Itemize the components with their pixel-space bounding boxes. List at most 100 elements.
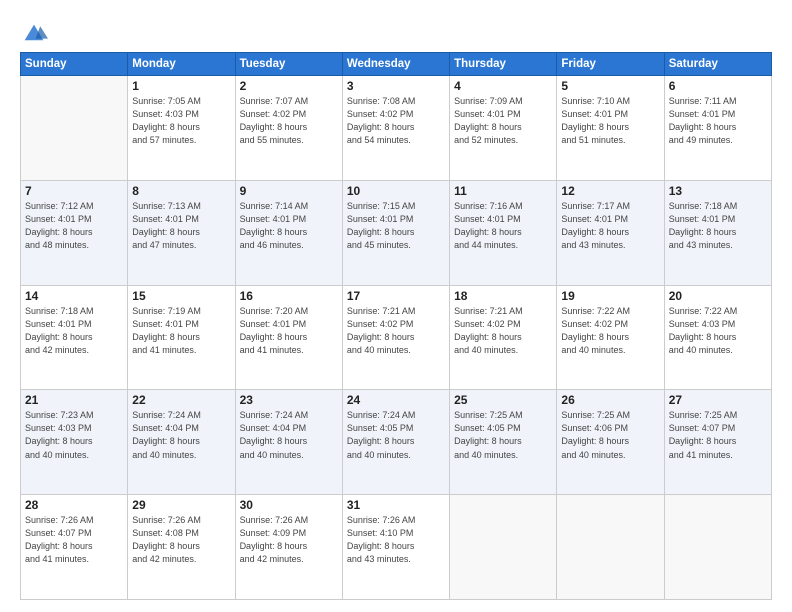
- day-number: 24: [347, 393, 445, 407]
- calendar-cell: 17 Sunrise: 7:21 AM Sunset: 4:02 PM Dayli…: [342, 285, 449, 390]
- day-detail: Sunrise: 7:24 AM Sunset: 4:04 PM Dayligh…: [240, 409, 338, 461]
- calendar-cell: 24 Sunrise: 7:24 AM Sunset: 4:05 PM Dayli…: [342, 390, 449, 495]
- day-detail: Sunrise: 7:16 AM Sunset: 4:01 PM Dayligh…: [454, 200, 552, 252]
- calendar-cell: 31 Sunrise: 7:26 AM Sunset: 4:10 PM Dayli…: [342, 495, 449, 600]
- day-detail: Sunrise: 7:12 AM Sunset: 4:01 PM Dayligh…: [25, 200, 123, 252]
- weekday-header-tuesday: Tuesday: [235, 53, 342, 76]
- weekday-header-thursday: Thursday: [450, 53, 557, 76]
- calendar-cell: 5Sunrise: 7:10 AM Sunset: 4:01 PM Daylig…: [557, 76, 664, 181]
- calendar-cell: 4 Sunrise: 7:09 AM Sunset: 4:01 PM Daylig…: [450, 76, 557, 181]
- calendar-cell: 9 Sunrise: 7:14 AM Sunset: 4:01 PM Daylig…: [235, 180, 342, 285]
- calendar-cell: 20 Sunrise: 7:22 AM Sunset: 4:03 PM Dayli…: [664, 285, 771, 390]
- day-detail: Sunrise: 7:11 AM Sunset: 4:01 PM Dayligh…: [669, 95, 767, 147]
- day-detail: Sunrise: 7:15 AM Sunset: 4:01 PM Dayligh…: [347, 200, 445, 252]
- calendar-cell: 12 Sunrise: 7:17 AM Sunset: 4:01 PM Dayli…: [557, 180, 664, 285]
- day-number: 9: [240, 184, 338, 198]
- calendar-row-4: 28 Sunrise: 7:26 AM Sunset: 4:07 PM Dayli…: [21, 495, 772, 600]
- day-detail: Sunrise: 7:14 AM Sunset: 4:01 PM Dayligh…: [240, 200, 338, 252]
- day-detail: Sunrise: 7:05 AM Sunset: 4:03 PM Dayligh…: [132, 95, 230, 147]
- day-number: 17: [347, 289, 445, 303]
- day-number: 11: [454, 184, 552, 198]
- day-detail: Sunrise: 7:26 AM Sunset: 4:08 PM Dayligh…: [132, 514, 230, 566]
- day-number: 30: [240, 498, 338, 512]
- day-number: 3: [347, 79, 445, 93]
- day-detail: Sunrise: 7:23 AM Sunset: 4:03 PM Dayligh…: [25, 409, 123, 461]
- page: SundayMondayTuesdayWednesdayThursdayFrid…: [0, 0, 792, 612]
- day-detail: Sunrise: 7:22 AM Sunset: 4:02 PM Dayligh…: [561, 305, 659, 357]
- calendar-cell: 8Sunrise: 7:13 AM Sunset: 4:01 PM Daylig…: [128, 180, 235, 285]
- weekday-header-saturday: Saturday: [664, 53, 771, 76]
- day-detail: Sunrise: 7:17 AM Sunset: 4:01 PM Dayligh…: [561, 200, 659, 252]
- calendar-cell: 18 Sunrise: 7:21 AM Sunset: 4:02 PM Dayli…: [450, 285, 557, 390]
- calendar-cell: 30 Sunrise: 7:26 AM Sunset: 4:09 PM Dayli…: [235, 495, 342, 600]
- day-detail: Sunrise: 7:25 AM Sunset: 4:07 PM Dayligh…: [669, 409, 767, 461]
- weekday-header-row: SundayMondayTuesdayWednesdayThursdayFrid…: [21, 53, 772, 76]
- day-number: 23: [240, 393, 338, 407]
- logo-icon: [20, 20, 48, 48]
- day-detail: Sunrise: 7:20 AM Sunset: 4:01 PM Dayligh…: [240, 305, 338, 357]
- calendar-cell: [21, 76, 128, 181]
- calendar-cell: [664, 495, 771, 600]
- day-number: 10: [347, 184, 445, 198]
- calendar-row-2: 14 Sunrise: 7:18 AM Sunset: 4:01 PM Dayli…: [21, 285, 772, 390]
- calendar-row-1: 7 Sunrise: 7:12 AM Sunset: 4:01 PM Daylig…: [21, 180, 772, 285]
- day-number: 16: [240, 289, 338, 303]
- day-number: 14: [25, 289, 123, 303]
- calendar-cell: 16 Sunrise: 7:20 AM Sunset: 4:01 PM Dayli…: [235, 285, 342, 390]
- calendar-row-3: 21 Sunrise: 7:23 AM Sunset: 4:03 PM Dayli…: [21, 390, 772, 495]
- calendar-cell: 11 Sunrise: 7:16 AM Sunset: 4:01 PM Dayli…: [450, 180, 557, 285]
- day-number: 7: [25, 184, 123, 198]
- day-detail: Sunrise: 7:19 AM Sunset: 4:01 PM Dayligh…: [132, 305, 230, 357]
- weekday-header-friday: Friday: [557, 53, 664, 76]
- day-number: 6: [669, 79, 767, 93]
- day-number: 25: [454, 393, 552, 407]
- day-detail: Sunrise: 7:24 AM Sunset: 4:05 PM Dayligh…: [347, 409, 445, 461]
- calendar-cell: 10 Sunrise: 7:15 AM Sunset: 4:01 PM Dayli…: [342, 180, 449, 285]
- day-number: 15: [132, 289, 230, 303]
- day-detail: Sunrise: 7:18 AM Sunset: 4:01 PM Dayligh…: [25, 305, 123, 357]
- calendar-cell: 28 Sunrise: 7:26 AM Sunset: 4:07 PM Dayli…: [21, 495, 128, 600]
- calendar-cell: 23 Sunrise: 7:24 AM Sunset: 4:04 PM Dayli…: [235, 390, 342, 495]
- day-detail: Sunrise: 7:08 AM Sunset: 4:02 PM Dayligh…: [347, 95, 445, 147]
- weekday-header-wednesday: Wednesday: [342, 53, 449, 76]
- calendar-cell: 1 Sunrise: 7:05 AM Sunset: 4:03 PM Daylig…: [128, 76, 235, 181]
- day-number: 21: [25, 393, 123, 407]
- day-detail: Sunrise: 7:22 AM Sunset: 4:03 PM Dayligh…: [669, 305, 767, 357]
- calendar-cell: 13Sunrise: 7:18 AM Sunset: 4:01 PM Dayli…: [664, 180, 771, 285]
- day-number: 20: [669, 289, 767, 303]
- day-detail: Sunrise: 7:10 AM Sunset: 4:01 PM Dayligh…: [561, 95, 659, 147]
- day-number: 2: [240, 79, 338, 93]
- header: [20, 16, 772, 48]
- day-detail: Sunrise: 7:24 AM Sunset: 4:04 PM Dayligh…: [132, 409, 230, 461]
- day-detail: Sunrise: 7:09 AM Sunset: 4:01 PM Dayligh…: [454, 95, 552, 147]
- day-detail: Sunrise: 7:21 AM Sunset: 4:02 PM Dayligh…: [454, 305, 552, 357]
- calendar-cell: 25Sunrise: 7:25 AM Sunset: 4:05 PM Dayli…: [450, 390, 557, 495]
- day-number: 12: [561, 184, 659, 198]
- day-number: 31: [347, 498, 445, 512]
- calendar-cell: 6 Sunrise: 7:11 AM Sunset: 4:01 PM Daylig…: [664, 76, 771, 181]
- day-number: 28: [25, 498, 123, 512]
- day-detail: Sunrise: 7:26 AM Sunset: 4:09 PM Dayligh…: [240, 514, 338, 566]
- day-number: 4: [454, 79, 552, 93]
- day-detail: Sunrise: 7:21 AM Sunset: 4:02 PM Dayligh…: [347, 305, 445, 357]
- day-number: 27: [669, 393, 767, 407]
- calendar-cell: [557, 495, 664, 600]
- calendar-cell: 19 Sunrise: 7:22 AM Sunset: 4:02 PM Dayli…: [557, 285, 664, 390]
- calendar-cell: 7 Sunrise: 7:12 AM Sunset: 4:01 PM Daylig…: [21, 180, 128, 285]
- day-detail: Sunrise: 7:25 AM Sunset: 4:06 PM Dayligh…: [561, 409, 659, 461]
- day-number: 19: [561, 289, 659, 303]
- day-detail: Sunrise: 7:26 AM Sunset: 4:10 PM Dayligh…: [347, 514, 445, 566]
- calendar-cell: 3 Sunrise: 7:08 AM Sunset: 4:02 PM Daylig…: [342, 76, 449, 181]
- calendar-cell: 29 Sunrise: 7:26 AM Sunset: 4:08 PM Dayli…: [128, 495, 235, 600]
- calendar-cell: 27 Sunrise: 7:25 AM Sunset: 4:07 PM Dayli…: [664, 390, 771, 495]
- day-number: 18: [454, 289, 552, 303]
- day-number: 1: [132, 79, 230, 93]
- calendar-cell: 14 Sunrise: 7:18 AM Sunset: 4:01 PM Dayli…: [21, 285, 128, 390]
- logo: [20, 20, 52, 48]
- day-number: 29: [132, 498, 230, 512]
- day-number: 13: [669, 184, 767, 198]
- calendar-cell: 21 Sunrise: 7:23 AM Sunset: 4:03 PM Dayli…: [21, 390, 128, 495]
- calendar-cell: [450, 495, 557, 600]
- day-detail: Sunrise: 7:26 AM Sunset: 4:07 PM Dayligh…: [25, 514, 123, 566]
- day-number: 8: [132, 184, 230, 198]
